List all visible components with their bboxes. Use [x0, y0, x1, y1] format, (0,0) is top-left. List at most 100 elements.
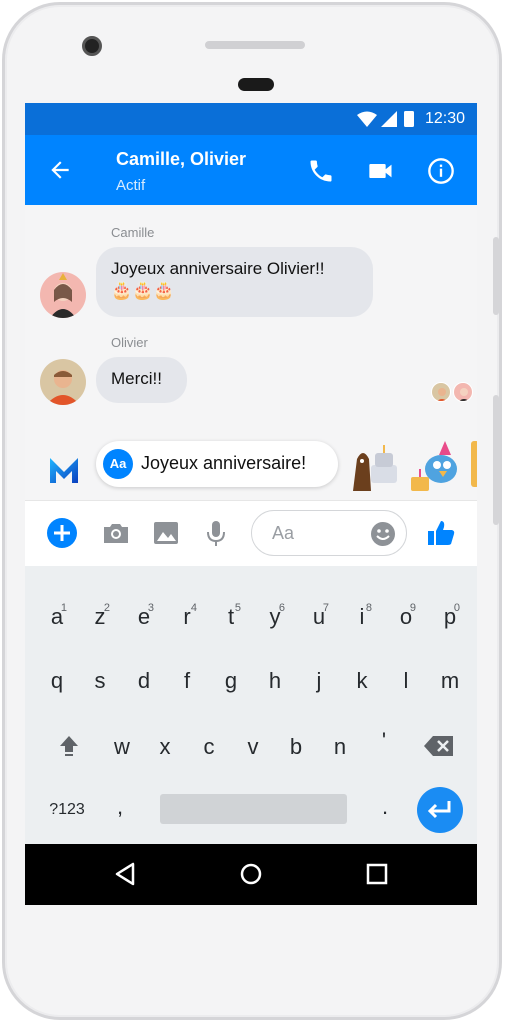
key-number-hint: 3: [147, 602, 154, 614]
key-number-hint: 7: [322, 602, 329, 614]
sender-name: Camille: [111, 225, 155, 240]
sticker-party-bird[interactable]: [409, 439, 465, 495]
key-v[interactable]: v: [233, 720, 273, 774]
key-number-hint: 8: [365, 602, 372, 614]
key-number-hint: 5: [234, 602, 241, 614]
signal-icon: [381, 111, 397, 127]
key-k[interactable]: k: [342, 654, 382, 708]
key-m[interactable]: m: [430, 654, 470, 708]
keyboard: a1z2e3r4t5y6u7i8o9p0 qsdfghjklm w x c v b n ' …: [25, 566, 477, 844]
status-time: 12:30: [424, 110, 465, 127]
comma-key[interactable]: ,: [100, 780, 140, 834]
m-assistant-icon[interactable]: [47, 453, 81, 487]
android-navigation-bar: [25, 844, 477, 905]
key-label: r: [183, 604, 191, 629]
key-apostrophe[interactable]: ': [364, 714, 404, 768]
smart-suggestions: Aa Joyeux anniversaire!: [25, 433, 477, 499]
volume-button: [493, 237, 499, 315]
enter-key[interactable]: [417, 787, 463, 833]
video-camera-icon[interactable]: [367, 157, 395, 185]
key-x[interactable]: x: [145, 720, 185, 774]
message-emoji: 🎂🎂🎂: [111, 281, 175, 300]
period-key[interactable]: .: [365, 780, 405, 834]
key-number-hint: 4: [190, 602, 197, 614]
nav-recents-icon[interactable]: [364, 861, 390, 887]
sticker-birthday-cake[interactable]: [349, 441, 401, 493]
key-f[interactable]: f: [167, 654, 207, 708]
key-number-hint: 9: [409, 602, 416, 614]
battery-icon: [404, 111, 414, 127]
key-a[interactable]: a1: [37, 590, 77, 644]
key-z[interactable]: z2: [80, 590, 120, 644]
spacebar[interactable]: [160, 794, 347, 824]
avatar-camille[interactable]: [40, 272, 86, 318]
key-h[interactable]: h: [255, 654, 295, 708]
key-y[interactable]: y6: [255, 590, 295, 644]
key-w[interactable]: w: [102, 720, 142, 774]
microphone-icon[interactable]: [200, 517, 232, 549]
suggestion-text: Joyeux anniversaire!: [141, 453, 307, 473]
sender-name: Olivier: [111, 335, 148, 350]
key-number-hint: 6: [278, 602, 285, 614]
sticker-partial[interactable]: [471, 441, 477, 487]
key-p[interactable]: p0: [430, 590, 470, 644]
message-text: Joyeux anniversaire Olivier!!: [111, 259, 325, 278]
key-i[interactable]: i8: [342, 590, 382, 644]
earpiece-speaker: [205, 41, 305, 49]
suggestion-chip[interactable]: Aa Joyeux anniversaire!: [96, 441, 338, 487]
conversation-header: Camille, Olivier Actif: [25, 135, 477, 205]
symbols-key[interactable]: ?123: [45, 783, 89, 837]
active-status: Actif: [116, 177, 146, 194]
key-label: i: [359, 604, 365, 629]
nav-home-icon[interactable]: [238, 861, 264, 887]
nav-back-icon[interactable]: [113, 861, 139, 887]
wifi-icon: [357, 111, 377, 127]
gallery-icon[interactable]: [150, 517, 182, 549]
key-number-hint: 1: [60, 602, 67, 614]
backspace-icon[interactable]: [423, 735, 455, 757]
power-button: [493, 395, 499, 525]
add-plus-icon[interactable]: [46, 517, 78, 549]
message-placeholder: Aa: [272, 523, 295, 543]
key-g[interactable]: g: [211, 654, 251, 708]
message-composer: Aa: [25, 500, 477, 566]
thumbs-up-icon[interactable]: [425, 517, 457, 549]
message-bubble[interactable]: Joyeux anniversaire Olivier!! 🎂🎂🎂: [96, 247, 373, 317]
key-j[interactable]: j: [299, 654, 339, 708]
enter-icon: [427, 801, 451, 819]
proximity-sensor: [238, 78, 274, 91]
phone-screen: 12:30 Camille, Olivier Actif Camille Joy…: [25, 103, 477, 905]
emoji-icon[interactable]: [370, 521, 396, 547]
info-icon[interactable]: [427, 157, 455, 185]
avatar-olivier[interactable]: [40, 359, 86, 405]
message-input[interactable]: Aa: [251, 510, 407, 556]
key-l[interactable]: l: [386, 654, 426, 708]
key-b[interactable]: b: [276, 720, 316, 774]
key-q[interactable]: q: [37, 654, 77, 708]
key-t[interactable]: t5: [211, 590, 251, 644]
key-u[interactable]: u7: [299, 590, 339, 644]
key-s[interactable]: s: [80, 654, 120, 708]
key-d[interactable]: d: [124, 654, 164, 708]
status-bar: 12:30: [25, 103, 477, 135]
back-arrow-icon[interactable]: [47, 157, 73, 183]
key-n[interactable]: n: [320, 720, 360, 774]
key-c[interactable]: c: [189, 720, 229, 774]
key-label: t: [227, 604, 235, 629]
aa-badge: Aa: [103, 449, 133, 479]
message-bubble[interactable]: Merci!!: [96, 357, 187, 403]
read-receipt-avatar: [453, 382, 473, 402]
key-o[interactable]: o9: [386, 590, 426, 644]
shift-icon[interactable]: [57, 733, 81, 757]
message-text: Merci!!: [111, 369, 162, 388]
key-r[interactable]: r4: [167, 590, 207, 644]
front-camera: [82, 36, 102, 56]
key-e[interactable]: e3: [124, 590, 164, 644]
read-receipt-avatar: [431, 382, 451, 402]
key-number-hint: 0: [453, 602, 460, 614]
key-number-hint: 2: [103, 602, 110, 614]
phone-icon[interactable]: [307, 157, 335, 185]
conversation-title[interactable]: Camille, Olivier: [116, 149, 246, 170]
status-icons: [357, 111, 414, 127]
camera-icon[interactable]: [100, 517, 132, 549]
